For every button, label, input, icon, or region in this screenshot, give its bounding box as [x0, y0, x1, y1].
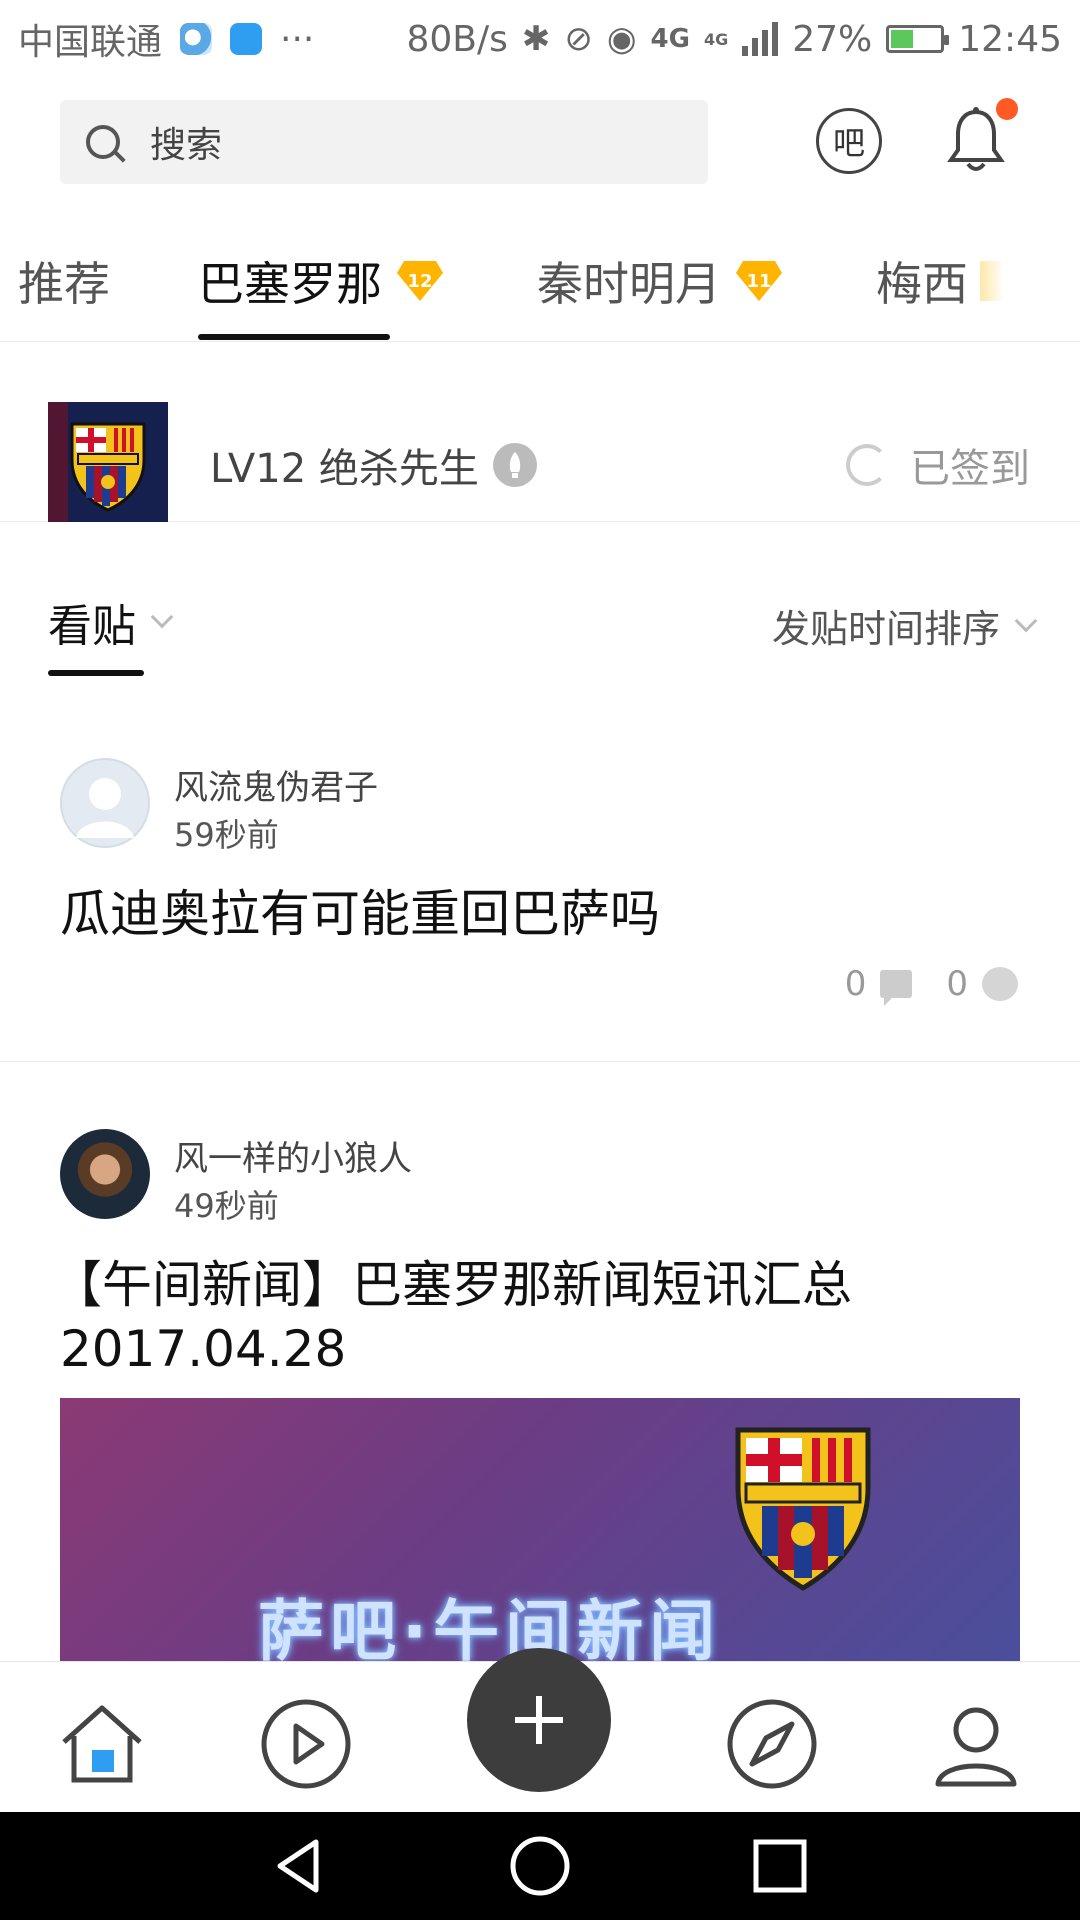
- default-avatar-icon: [60, 758, 150, 848]
- rocket-icon: [492, 443, 537, 487]
- compass-icon: [727, 1699, 817, 1789]
- back-button[interactable]: [268, 1834, 332, 1898]
- network-type-small: 4G: [703, 29, 729, 49]
- bluetooth-icon: ✱: [521, 19, 551, 59]
- forum-logo[interactable]: [48, 402, 168, 522]
- home-icon: [62, 1705, 142, 1783]
- back-icon: [277, 1839, 319, 1893]
- filter-row: 看贴 发贴时间排序: [0, 522, 1080, 692]
- sort-dropdown[interactable]: 发贴时间排序: [771, 598, 1038, 653]
- user-level-label: LV12 绝杀先生: [210, 446, 479, 492]
- forum-tabs: 推荐 巴塞罗那 12 秦时明月 11 梅西: [0, 208, 1080, 342]
- signed-in-button[interactable]: 已签到: [846, 436, 1030, 494]
- tab-qinshi[interactable]: 秦时明月 11: [537, 248, 783, 314]
- chevron-down-icon: [1014, 609, 1038, 632]
- recents-icon: [753, 1839, 807, 1893]
- level-badge: 11: [735, 259, 783, 303]
- system-navigation-bar: [0, 1812, 1080, 1920]
- comment-count[interactable]: 0: [845, 964, 913, 1006]
- view-posts-label: 看贴: [48, 601, 136, 652]
- post-title-line: 2017.04.28: [60, 1320, 347, 1378]
- profile-icon: [935, 1707, 1017, 1787]
- like-count[interactable]: 0: [946, 964, 1018, 1004]
- like-icon: [982, 967, 1018, 1001]
- tab-label: 秦时明月: [537, 257, 721, 311]
- post-title[interactable]: 瓜迪奥拉有可能重回巴萨吗: [60, 882, 1040, 946]
- post-card[interactable]: 风流鬼伪君子 59秒前 瓜迪奥拉有可能重回巴萨吗 0 0: [0, 692, 1080, 1062]
- notification-dot: [996, 98, 1018, 120]
- nav-video[interactable]: [260, 1698, 352, 1790]
- view-posts-dropdown[interactable]: 看贴: [48, 590, 174, 654]
- active-tab-indicator: [198, 334, 390, 340]
- create-post-button[interactable]: [467, 1648, 611, 1792]
- post-time: 59秒前: [174, 816, 279, 854]
- play-icon: [261, 1699, 351, 1789]
- tab-label: 推荐: [18, 257, 110, 311]
- circle-home-icon: [510, 1836, 570, 1896]
- tab-barcelona[interactable]: 巴塞罗那 12: [198, 248, 444, 314]
- search-placeholder: 搜索: [150, 125, 223, 166]
- sort-label: 发贴时间排序: [771, 607, 1000, 651]
- forum-info-row: LV12 绝杀先生 已签到: [0, 342, 1080, 522]
- view-posts-underline: [48, 670, 144, 676]
- miui-icon: [230, 23, 263, 55]
- post-card[interactable]: 风一样的小狼人 49秒前 【午间新闻】巴塞罗那新闻短讯汇总 2017.04.28…: [0, 1063, 1080, 1663]
- post-title-line: 【午间新闻】巴塞罗那新闻短讯汇总: [52, 1256, 852, 1314]
- search-input[interactable]: 搜索: [60, 100, 708, 184]
- notification-bell-icon[interactable]: [946, 98, 1018, 176]
- carrier-label: 中国联通: [18, 22, 163, 63]
- tab-recommend[interactable]: 推荐: [18, 248, 110, 314]
- refresh-check-icon: [846, 444, 888, 486]
- tab-label: 巴塞罗那: [198, 257, 382, 311]
- avatar[interactable]: [60, 1129, 150, 1219]
- tab-messi[interactable]: 梅西: [876, 248, 1004, 314]
- network-type: 4G: [650, 24, 690, 54]
- tab-label: 梅西: [876, 257, 968, 311]
- post-time: 49秒前: [174, 1187, 279, 1225]
- home-button[interactable]: [508, 1834, 572, 1898]
- comment-icon: [880, 970, 913, 1006]
- post-stats: 0 0: [811, 964, 1018, 1006]
- status-bar: 中国联通 ··· 80B/s ✱ ⊘ ◉ 4G 4G 27% 12:45: [0, 0, 1080, 78]
- avatar[interactable]: [60, 758, 150, 848]
- qq-browser-icon: [180, 23, 213, 55]
- plus-icon: [515, 1696, 563, 1744]
- search-header: 搜索 吧: [0, 78, 1080, 208]
- battery-percent: 27%: [792, 18, 873, 60]
- forum-entry-button[interactable]: 吧: [816, 108, 882, 174]
- post-title[interactable]: 【午间新闻】巴塞罗那新闻短讯汇总 2017.04.28: [52, 1253, 1032, 1381]
- bell-icon: [947, 107, 1005, 171]
- nav-discover[interactable]: [726, 1698, 818, 1790]
- signal-icon: [742, 22, 779, 56]
- barcelona-crest-icon: [735, 1427, 871, 1591]
- user-level-name[interactable]: LV12 绝杀先生: [210, 436, 537, 494]
- clock: 12:45: [958, 18, 1062, 60]
- post-author[interactable]: 风流鬼伪君子: [174, 760, 378, 809]
- chevron-down-icon: [150, 605, 174, 629]
- level-badge: 12: [396, 259, 444, 303]
- eye-icon: ◉: [606, 19, 637, 59]
- barcelona-crest-icon: [48, 402, 168, 522]
- search-icon: [86, 125, 120, 159]
- battery-icon: [886, 25, 950, 53]
- fade-diamond-icon: [980, 261, 1004, 301]
- more-notifications-icon: ···: [280, 18, 315, 60]
- post-image[interactable]: 萨吧·午间新闻: [60, 1398, 1020, 1663]
- nav-home[interactable]: [56, 1698, 148, 1790]
- signed-in-label: 已签到: [910, 446, 1030, 492]
- bottom-navigation: [0, 1648, 1080, 1812]
- mute-icon: ⊘: [564, 19, 593, 59]
- nav-profile[interactable]: [930, 1698, 1022, 1790]
- post-author[interactable]: 风一样的小狼人: [174, 1131, 412, 1180]
- forum-entry-label: 吧: [832, 124, 865, 162]
- recents-button[interactable]: [748, 1834, 812, 1898]
- net-speed: 80B/s: [406, 18, 508, 60]
- post-image-caption: 萨吧·午间新闻: [258, 1593, 722, 1663]
